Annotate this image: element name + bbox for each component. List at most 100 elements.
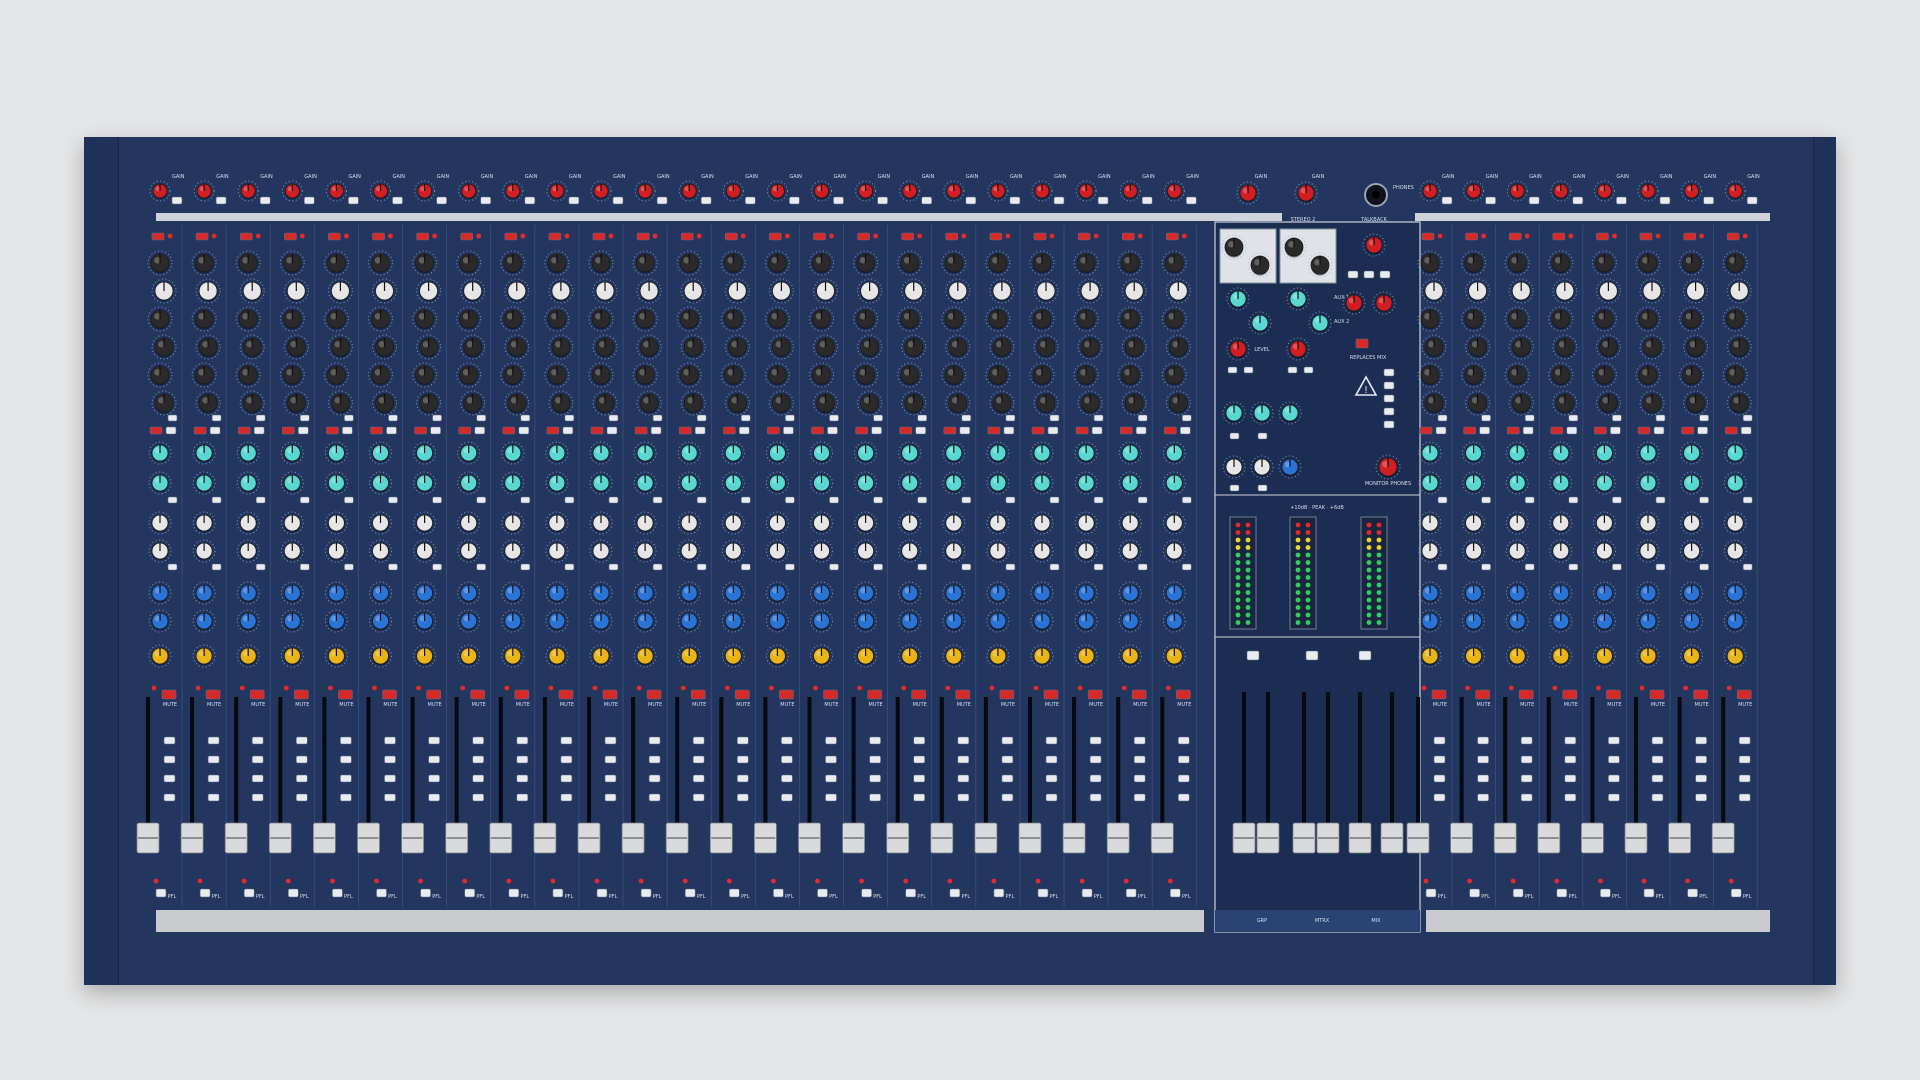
channel-3-eq-knob-3[interactable] bbox=[235, 306, 261, 332]
channel-19-aux2-knob[interactable] bbox=[942, 471, 966, 495]
channel-9-route-button-4[interactable] bbox=[516, 793, 529, 802]
channel-27-eq-knob-3[interactable] bbox=[1504, 306, 1530, 332]
channel-16-pfl-button[interactable] bbox=[817, 888, 828, 898]
channel-19-aux3-knob[interactable] bbox=[942, 511, 966, 535]
stereo2-mix-button[interactable] bbox=[1303, 366, 1314, 374]
channel-14-eq-knob-6[interactable] bbox=[724, 390, 750, 416]
channel-7-fader[interactable] bbox=[401, 822, 425, 854]
channel-9-aux-pre-button-2[interactable] bbox=[520, 563, 531, 571]
channel-20-pfl-button[interactable] bbox=[993, 888, 1005, 898]
channel-20-eq-knob-1[interactable] bbox=[985, 250, 1011, 276]
channel-27-pad-button[interactable] bbox=[1528, 196, 1540, 205]
channel-5-aux6-knob[interactable] bbox=[324, 609, 348, 633]
monitor-source-button-3[interactable] bbox=[1383, 394, 1395, 403]
channel-8-eq-button[interactable] bbox=[476, 414, 487, 422]
channel-14-eq-knob-1[interactable] bbox=[720, 250, 746, 276]
channel-8-eq-knob-4[interactable] bbox=[460, 334, 486, 360]
channel-29-hpf-button[interactable] bbox=[1610, 426, 1621, 435]
channel-27-aux-pre-button[interactable] bbox=[1524, 496, 1535, 504]
channel-32-aux4-knob[interactable] bbox=[1723, 539, 1747, 563]
channel-6-route-button-1[interactable] bbox=[384, 736, 396, 745]
channel-13-aux5-knob[interactable] bbox=[677, 581, 701, 605]
channel-13-gain-knob[interactable] bbox=[678, 180, 700, 202]
channel-3-route-button-1[interactable] bbox=[251, 736, 264, 745]
channel-24-eq-button[interactable] bbox=[1182, 414, 1192, 422]
channel-14-fader[interactable] bbox=[709, 822, 733, 854]
channel-31-eq-knob-5[interactable] bbox=[1679, 362, 1705, 388]
channel-25-aux4-knob[interactable] bbox=[1418, 539, 1442, 563]
monitor-source-button-4[interactable] bbox=[1383, 407, 1395, 416]
channel-20-aux3-knob[interactable] bbox=[986, 511, 1010, 535]
channel-16-aux2-knob[interactable] bbox=[810, 471, 833, 495]
channel-23-hpf-button[interactable] bbox=[1135, 426, 1147, 435]
channel-28-aux5-knob[interactable] bbox=[1549, 581, 1573, 605]
channel-1-gain-knob[interactable] bbox=[149, 180, 171, 202]
channel-3-aux-pre-button-2[interactable] bbox=[255, 563, 266, 571]
channel-9-route-button-1[interactable] bbox=[516, 736, 529, 745]
channel-32-pad-button[interactable] bbox=[1746, 196, 1758, 205]
channel-28-route-button-1[interactable] bbox=[1564, 736, 1577, 745]
channel-29-aux1-knob[interactable] bbox=[1592, 441, 1616, 465]
channel-15-eq-knob-5[interactable] bbox=[764, 362, 790, 388]
channel-12-eq-in-button[interactable] bbox=[634, 426, 648, 435]
group2-assign-button[interactable] bbox=[1305, 650, 1319, 661]
channel-6-aux-pre-button[interactable] bbox=[388, 496, 398, 504]
channel-23-eq-knob-1[interactable] bbox=[1117, 250, 1143, 276]
channel-3-eq-knob-4[interactable] bbox=[239, 334, 265, 360]
channel-27-eq-in-button[interactable] bbox=[1506, 426, 1520, 435]
channel-8-aux5-knob[interactable] bbox=[457, 581, 481, 605]
channel-7-aux5-knob[interactable] bbox=[413, 581, 437, 605]
channel-8-fader[interactable] bbox=[445, 822, 469, 854]
channel-1-route-button-3[interactable] bbox=[163, 774, 176, 783]
channel-6-gain-knob[interactable] bbox=[370, 180, 391, 202]
channel-15-eq-knob-1[interactable] bbox=[764, 250, 790, 276]
channel-19-pad-button[interactable] bbox=[965, 196, 977, 205]
channel-31-eq-knob-2[interactable] bbox=[1683, 278, 1709, 304]
channel-22-aux1-knob[interactable] bbox=[1074, 441, 1098, 465]
channel-18-route-button-1[interactable] bbox=[913, 736, 926, 745]
channel-27-aux6-knob[interactable] bbox=[1505, 609, 1529, 633]
channel-30-pfl-button[interactable] bbox=[1643, 888, 1655, 898]
channel-11-gain-knob[interactable] bbox=[590, 180, 612, 202]
channel-4-aux3-knob[interactable] bbox=[280, 511, 304, 535]
channel-10-route-button-1[interactable] bbox=[560, 736, 573, 745]
channel-24-aux3-knob[interactable] bbox=[1162, 511, 1186, 535]
channel-21-route-button-2[interactable] bbox=[1045, 755, 1058, 764]
channel-22-eq-knob-5[interactable] bbox=[1073, 362, 1099, 388]
channel-7-pad-button[interactable] bbox=[436, 196, 447, 205]
channel-3-hpf-button[interactable] bbox=[253, 426, 265, 435]
channel-17-aux4-knob[interactable] bbox=[854, 539, 878, 563]
channel-16-eq-knob-6[interactable] bbox=[813, 390, 838, 416]
channel-17-insert-button[interactable] bbox=[857, 232, 870, 241]
channel-4-eq-knob-5[interactable] bbox=[279, 362, 305, 388]
channel-27-hpf-button[interactable] bbox=[1522, 426, 1534, 435]
channel-14-eq-knob-4[interactable] bbox=[724, 334, 750, 360]
channel-31-aux6-knob[interactable] bbox=[1680, 609, 1704, 633]
channel-1-aux5-knob[interactable] bbox=[148, 581, 172, 605]
channel-28-eq-knob-1[interactable] bbox=[1548, 250, 1574, 276]
channel-6-route-button-3[interactable] bbox=[384, 774, 396, 783]
channel-5-fader[interactable] bbox=[312, 822, 336, 854]
channel-11-aux-pre-button[interactable] bbox=[608, 496, 619, 504]
channel-30-pan-knob[interactable] bbox=[1636, 644, 1660, 668]
channel-16-eq-in-button[interactable] bbox=[811, 426, 824, 435]
channel-27-aux2-knob[interactable] bbox=[1505, 471, 1529, 495]
channel-31-route-button-1[interactable] bbox=[1695, 736, 1707, 745]
channel-1-insert-button[interactable] bbox=[151, 232, 165, 241]
channel-31-aux5-knob[interactable] bbox=[1680, 581, 1704, 605]
channel-26-aux5-knob[interactable] bbox=[1462, 581, 1486, 605]
channel-25-eq-in-button[interactable] bbox=[1419, 426, 1433, 435]
channel-32-eq-in-button[interactable] bbox=[1724, 426, 1738, 435]
channel-25-pfl-button[interactable] bbox=[1425, 888, 1437, 898]
channel-9-eq-in-button[interactable] bbox=[502, 426, 516, 435]
channel-7-aux-pre-button[interactable] bbox=[432, 496, 442, 504]
channel-5-route-button-2[interactable] bbox=[340, 755, 352, 764]
channel-21-eq-knob-4[interactable] bbox=[1033, 334, 1059, 360]
channel-8-aux4-knob[interactable] bbox=[457, 539, 481, 563]
channel-13-aux-pre-button-2[interactable] bbox=[696, 563, 707, 571]
channel-5-insert-button[interactable] bbox=[328, 232, 341, 241]
channel-7-eq-knob-4[interactable] bbox=[416, 334, 442, 360]
channel-14-aux-pre-button-2[interactable] bbox=[740, 563, 751, 571]
channel-26-hpf-button[interactable] bbox=[1479, 426, 1490, 435]
channel-3-aux6-knob[interactable] bbox=[236, 609, 260, 633]
